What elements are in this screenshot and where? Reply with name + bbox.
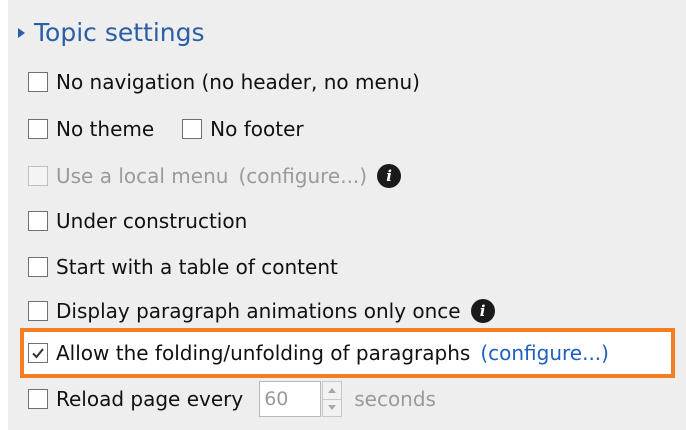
no-footer-checkbox[interactable] [182, 119, 203, 139]
option-no-navigation[interactable]: No navigation (no header, no menu) [28, 66, 420, 98]
no-navigation-label: No navigation (no header, no menu) [56, 70, 420, 94]
animations-once-checkbox[interactable] [28, 301, 48, 321]
reload-spinner [322, 381, 343, 417]
option-local-menu: Use a local menu (configure...) i [28, 160, 402, 192]
no-theme-label: No theme [56, 117, 155, 141]
no-theme-checkbox[interactable] [28, 119, 48, 139]
under-construction-label: Under construction [56, 209, 248, 233]
option-under-construction[interactable]: Under construction [28, 205, 247, 237]
local-menu-label: Use a local menu [56, 164, 229, 188]
checkmark-icon [32, 348, 44, 359]
expand-triangle-icon[interactable] [18, 28, 25, 38]
section-header[interactable]: Topic settings [18, 14, 205, 50]
table-of-content-label: Start with a table of content [56, 255, 338, 279]
folding-label: Allow the folding/unfolding of paragraph… [56, 341, 471, 365]
info-icon[interactable]: i [377, 164, 402, 188]
animations-once-label: Display paragraph animations only once [56, 299, 461, 323]
no-footer-label: No footer [210, 117, 304, 141]
spin-up-button[interactable] [322, 381, 343, 400]
option-animations-once: Display paragraph animations only once i [28, 295, 495, 327]
local-menu-checkbox [28, 166, 48, 186]
folding-configure-link[interactable]: (configure...) [480, 341, 609, 365]
spin-down-button[interactable] [322, 399, 343, 417]
info-icon[interactable]: i [470, 299, 495, 323]
option-folding: Allow the folding/unfolding of paragraph… [28, 337, 609, 369]
no-navigation-checkbox[interactable] [28, 72, 48, 92]
chevron-up-icon [328, 387, 337, 393]
under-construction-checkbox[interactable] [28, 211, 48, 231]
table-of-content-checkbox[interactable] [28, 257, 48, 277]
option-theme-footer: No theme No footer [28, 113, 304, 145]
option-table-of-content[interactable]: Start with a table of content [28, 251, 338, 283]
local-menu-configure-link: (configure...) [238, 164, 368, 188]
topic-settings-panel: Topic settings No navigation (no header,… [8, 0, 686, 430]
reload-seconds-input[interactable] [259, 381, 322, 417]
reload-label: Reload page every [56, 387, 244, 411]
reload-unit-label: seconds [354, 387, 436, 411]
reload-checkbox[interactable] [28, 389, 48, 409]
section-title: Topic settings [34, 17, 205, 47]
option-reload: Reload page every seconds [28, 381, 436, 417]
chevron-down-icon [328, 405, 337, 411]
folding-checkbox[interactable] [28, 343, 48, 363]
